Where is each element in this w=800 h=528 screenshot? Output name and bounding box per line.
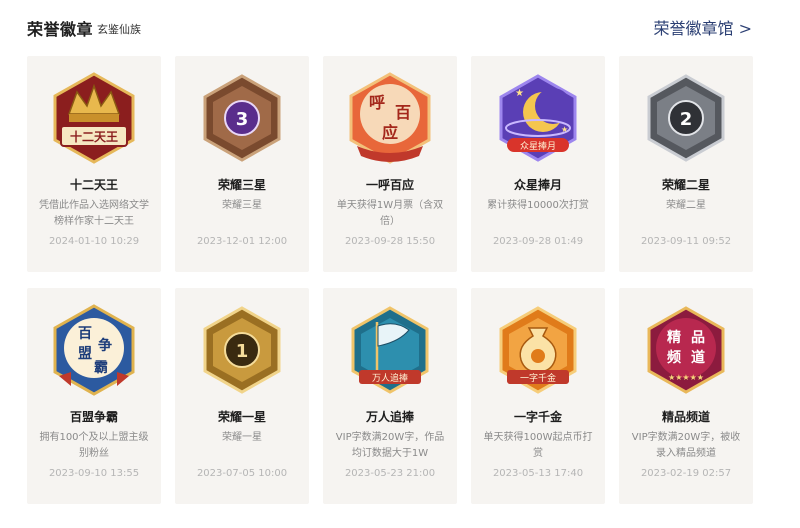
badge-card[interactable]: 一字千金 一字千金 单天获得100W起点币打赏 2023-05-13 17:40 <box>471 288 605 504</box>
badge-date: 2023-05-13 17:40 <box>492 468 584 479</box>
badge-card[interactable]: 十二天王 十二天王 凭借此作品入选网络文学榜样作家十二天王 2024-01-10… <box>27 56 161 272</box>
badge-description: 单天获得1W月票（含双倍） <box>336 200 444 227</box>
badge-name: 精品频道 <box>661 410 710 424</box>
premium-channel-icon: 精 品 频 道 ★★★★★ <box>647 306 725 394</box>
svg-text:争: 争 <box>98 337 112 354</box>
one-star-honor-icon: 1 <box>203 306 281 394</box>
badge-date: 2023-09-10 13:55 <box>48 468 140 479</box>
book-name: 玄鉴仙族 <box>97 23 141 36</box>
three-star-honor-icon: 3 <box>203 74 281 162</box>
badge-name: 荣耀二星 <box>661 178 710 192</box>
rally-call-icon: 呼 百 应 <box>349 72 431 164</box>
svg-text:万人追捧: 万人追捧 <box>372 372 408 384</box>
badge-date: 2023-09-28 01:49 <box>492 236 584 247</box>
badge-card[interactable]: 呼 百 应 一呼百应 单天获得1W月票（含双倍） 2023-09-28 15:5… <box>323 56 457 272</box>
badge-hall-link[interactable]: 荣誉徽章馆 > <box>654 15 753 39</box>
twelve-kings-crown-icon: 十二天王 <box>53 72 135 164</box>
svg-text:霸: 霸 <box>94 360 108 376</box>
badge-date: 2023-02-19 02:57 <box>640 468 732 479</box>
moon-stars-icon: ★ ★ 众星捧月 <box>499 74 577 162</box>
svg-text:精: 精 <box>667 329 681 346</box>
svg-text:众星捧月: 众星捧月 <box>520 140 556 152</box>
svg-text:百: 百 <box>78 326 92 342</box>
svg-text:频: 频 <box>667 349 681 366</box>
badge-description: 凭借此作品入选网络文学榜样作家十二天王 <box>39 200 149 227</box>
badge-name: 百盟争霸 <box>69 410 118 424</box>
svg-text:十二天王: 十二天王 <box>70 129 118 144</box>
badge-card[interactable]: 百 争 盟 霸 百盟争霸 拥有100个及以上盟主级别粉丝 2023-09-10 … <box>27 288 161 504</box>
badge-card[interactable]: 2 荣耀二星 荣耀二星 2023-09-11 09:52 <box>619 56 753 272</box>
badge-card[interactable]: 万人追捧 万人追捧 VIP字数满20W字，作品均订数据大于1W 2023-05-… <box>323 288 457 504</box>
badge-name: 荣耀三星 <box>217 178 266 192</box>
badge-name: 众星捧月 <box>513 178 562 192</box>
svg-text:1: 1 <box>236 341 249 362</box>
hundred-alliance-icon: 百 争 盟 霸 <box>53 304 135 396</box>
badge-description: VIP字数满20W字，被收录入精品频道 <box>631 432 741 459</box>
svg-text:百: 百 <box>395 103 411 122</box>
svg-text:呼: 呼 <box>369 93 385 112</box>
page-header: 荣誉徽章 玄鉴仙族 荣誉徽章馆 > <box>0 0 800 56</box>
badge-description: 拥有100个及以上盟主级别粉丝 <box>39 432 149 459</box>
badge-card[interactable]: 精 品 频 道 ★★★★★ 精品频道 VIP字数满20W字，被收录入精品频道 2… <box>619 288 753 504</box>
badge-date: 2023-12-01 12:00 <box>196 236 288 247</box>
badge-name: 一字千金 <box>513 410 562 424</box>
page-title: 荣誉徽章 <box>27 20 94 39</box>
badge-name: 荣耀一星 <box>217 410 266 424</box>
badge-description: 累计获得10000次打赏 <box>487 200 589 211</box>
badge-description: 荣耀二星 <box>666 200 706 211</box>
badge-date: 2023-07-05 10:00 <box>196 468 288 479</box>
svg-text:★★★★★: ★★★★★ <box>668 373 704 382</box>
badge-date: 2023-09-28 15:50 <box>344 236 436 247</box>
svg-text:★: ★ <box>515 88 524 99</box>
badge-date: 2023-09-11 09:52 <box>640 236 732 247</box>
svg-text:道: 道 <box>691 349 705 366</box>
svg-text:一字千金: 一字千金 <box>520 372 556 384</box>
badge-description: 荣耀三星 <box>222 200 262 211</box>
svg-text:★: ★ <box>561 125 568 134</box>
badge-name: 十二天王 <box>69 178 118 192</box>
svg-text:应: 应 <box>382 123 398 142</box>
badge-name: 万人追捧 <box>365 410 414 424</box>
svg-text:3: 3 <box>236 109 249 130</box>
svg-text:盟: 盟 <box>78 346 92 362</box>
badge-date: 2024-01-10 10:29 <box>48 236 140 247</box>
svg-text:品: 品 <box>691 330 705 346</box>
badge-card[interactable]: ★ ★ 众星捧月 众星捧月 累计获得10000次打赏 2023-09-28 01… <box>471 56 605 272</box>
badge-date: 2023-05-23 21:00 <box>344 468 436 479</box>
flag-crowd-icon: 万人追捧 <box>351 306 429 394</box>
badge-card[interactable]: 1 荣耀一星 荣耀一星 2023-07-05 10:00 <box>175 288 309 504</box>
two-star-honor-icon: 2 <box>647 74 725 162</box>
badge-description: 单天获得100W起点币打赏 <box>483 432 593 459</box>
badge-card[interactable]: 3 荣耀三星 荣耀三星 2023-12-01 12:00 <box>175 56 309 272</box>
badge-name: 一呼百应 <box>365 178 414 192</box>
money-bag-icon: 一字千金 <box>499 306 577 394</box>
svg-text:2: 2 <box>680 109 693 130</box>
badge-description: 荣耀一星 <box>222 432 262 443</box>
badge-grid: 十二天王 十二天王 凭借此作品入选网络文学榜样作家十二天王 2024-01-10… <box>27 56 753 504</box>
badge-description: VIP字数满20W字，作品均订数据大于1W <box>335 432 445 459</box>
